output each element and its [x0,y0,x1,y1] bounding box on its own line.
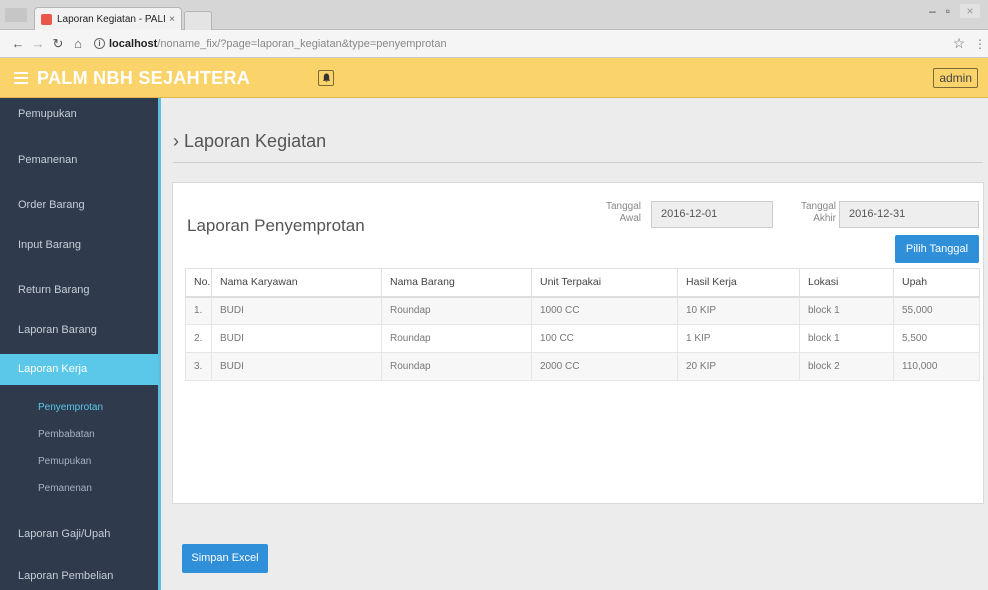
window-controls: – ▫ × [929,4,980,18]
minimize-icon[interactable]: – [929,4,936,18]
cell-upah: 5,500 [893,324,980,353]
cell-hasil-kerja: 20 KIP [677,352,800,381]
sidebar-item-pemupukan[interactable]: Pemupukan [0,108,158,120]
sidebar: Pemupukan Pemanenan Order Barang Input B… [0,98,161,590]
col-header-nama-karyawan[interactable]: Nama Karyawan [211,268,382,298]
browser-tab-strip: Laporan Kegiatan - PALI × – ▫ × [0,0,988,30]
app-brand[interactable]: PALM NBH SEJAHTERA [37,68,250,89]
tab-favicon-icon [41,13,52,25]
page-title: › Laporan Kegiatan [173,131,327,151]
hamburger-menu-icon[interactable] [14,72,28,84]
sidebar-item-laporan-gaji-upah[interactable]: Laporan Gaji/Upah [0,528,158,540]
col-header-lokasi[interactable]: Lokasi [799,268,894,298]
cell-hasil-kerja: 1 KIP [677,324,800,353]
col-header-hasil-kerja[interactable]: Hasil Kerja [677,268,800,298]
cell-no: 3. [185,352,212,381]
home-icon[interactable]: ⌂ [68,36,88,51]
col-header-upah[interactable]: Upah [893,268,980,298]
browser-profile-area [5,8,27,22]
browser-address-bar: ← → ↻ ⌂ i localhost/noname_fix/?page=lap… [0,30,988,58]
browser-menu-icon[interactable]: ⋮ [972,37,988,51]
table-row: 2. BUDI Roundap 100 CC 1 KIP block 1 5,5… [185,324,980,353]
tanggal-akhir-label-line1: Tanggal [800,201,836,212]
new-tab-button[interactable] [184,11,212,30]
admin-user-button[interactable]: admin [933,68,978,88]
app-header: PALM NBH SEJAHTERA admin [0,58,988,98]
tanggal-awal-label-line2: Awal [619,213,642,224]
cell-upah: 55,000 [893,296,980,325]
sidebar-subitem-pemupukan[interactable]: Pemupukan [0,456,158,467]
bookmark-star-icon[interactable]: ☆ [946,35,972,52]
tanggal-akhir-label: Tanggal Akhir [796,201,836,225]
cell-upah: 110,000 [893,352,980,381]
report-table: No. Nama Karyawan Nama Barang Unit Terpa… [185,268,980,381]
info-icon[interactable]: i [94,38,105,49]
sidebar-item-laporan-kerja[interactable]: Laporan Kerja [0,354,158,385]
title-divider [173,162,983,163]
pilih-tanggal-button[interactable]: Pilih Tanggal [895,235,979,263]
close-window-icon[interactable]: × [960,4,980,18]
tanggal-awal-input[interactable]: 2016-12-01 [651,201,773,228]
simpan-excel-button[interactable]: Simpan Excel [182,544,268,573]
sidebar-item-laporan-pembelian[interactable]: Laporan Pembelian [0,570,158,582]
cell-nama-karyawan: BUDI [211,324,382,353]
sidebar-item-pemanenan[interactable]: Pemanenan [0,154,158,166]
panel-title: Laporan Penyemprotan [187,216,365,235]
col-header-unit-terpakai[interactable]: Unit Terpakai [531,268,678,298]
table-row: 3. BUDI Roundap 2000 CC 20 KIP block 2 1… [185,352,980,381]
sidebar-subitem-pembabatan[interactable]: Pembabatan [0,429,158,440]
browser-tab[interactable]: Laporan Kegiatan - PALI × [34,7,182,30]
notification-bell-icon[interactable] [318,70,334,86]
sidebar-subitem-pemanenan[interactable]: Pemanenan [0,483,158,494]
back-arrow-icon[interactable]: ← [8,36,28,51]
cell-nama-barang: Roundap [381,324,532,353]
table-header-row: No. Nama Karyawan Nama Barang Unit Terpa… [185,268,980,298]
cell-no: 2. [185,324,212,353]
cell-unit-terpakai: 1000 CC [531,296,678,325]
report-panel: Laporan Penyemprotan Tanggal Awal 2016-1… [172,182,984,504]
cell-nama-barang: Roundap [381,352,532,381]
tanggal-awal-label: Tanggal Awal [601,201,641,225]
forward-arrow-icon[interactable]: → [28,36,48,51]
url-input[interactable]: i localhost/noname_fix/?page=laporan_keg… [94,34,946,54]
sidebar-item-input-barang[interactable]: Input Barang [0,239,158,251]
cell-hasil-kerja: 10 KIP [677,296,800,325]
table-row: 1. BUDI Roundap 1000 CC 10 KIP block 1 5… [185,296,980,325]
cell-lokasi: block 1 [799,324,894,353]
cell-nama-karyawan: BUDI [211,352,382,381]
url-path: /noname_fix/?page=laporan_kegiatan&type=… [157,37,447,50]
tanggal-akhir-label-line2: Akhir [813,213,836,224]
sidebar-item-order-barang[interactable]: Order Barang [0,199,158,211]
tab-title: Laporan Kegiatan - PALI [57,13,166,25]
tanggal-akhir-input[interactable]: 2016-12-31 [839,201,979,228]
cell-lokasi: block 1 [799,296,894,325]
main-content: › Laporan Kegiatan Laporan Penyemprotan … [161,98,988,590]
maximize-icon[interactable]: ▫ [946,4,950,18]
url-host: localhost [109,37,158,50]
cell-no: 1. [185,296,212,325]
col-header-nama-barang[interactable]: Nama Barang [381,268,532,298]
cell-lokasi: block 2 [799,352,894,381]
tab-close-icon[interactable]: × [169,14,175,25]
sidebar-item-laporan-barang[interactable]: Laporan Barang [0,324,158,336]
cell-nama-barang: Roundap [381,296,532,325]
cell-nama-karyawan: BUDI [211,296,382,325]
col-header-no[interactable]: No. [185,268,212,298]
sidebar-subitem-penyemprotan[interactable]: Penyemprotan [0,402,158,413]
cell-unit-terpakai: 100 CC [531,324,678,353]
cell-unit-terpakai: 2000 CC [531,352,678,381]
tanggal-awal-label-line1: Tanggal [605,201,641,212]
sidebar-item-return-barang[interactable]: Return Barang [0,284,158,296]
reload-icon[interactable]: ↻ [48,36,68,52]
